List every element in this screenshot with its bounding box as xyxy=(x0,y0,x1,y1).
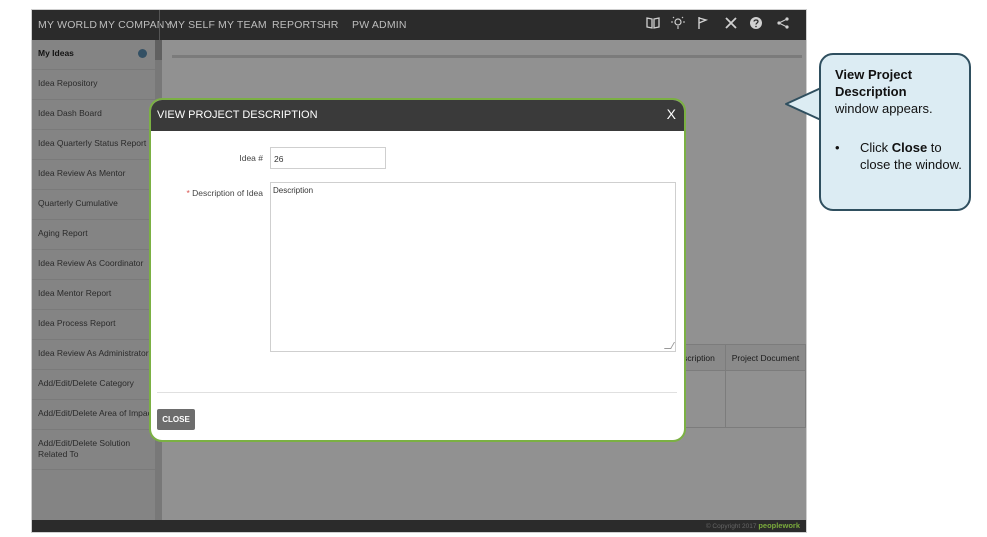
copyright-label: © Copyright 2017 xyxy=(705,523,757,530)
nav-item-my-self[interactable]: MY SELF xyxy=(169,10,215,40)
nav-item-hr[interactable]: HR xyxy=(323,10,339,40)
nav-divider xyxy=(159,10,160,40)
description-label: * Description of Idea xyxy=(161,188,263,198)
help-icon[interactable] xyxy=(747,16,765,34)
required-marker: * xyxy=(186,188,190,198)
share-icon[interactable] xyxy=(774,16,792,34)
description-label-text: Description of Idea xyxy=(192,188,263,198)
nav-item-my-team[interactable]: MY TEAM xyxy=(218,10,267,40)
copyright-text: © Copyright 2017 peoplework xyxy=(706,520,800,532)
close-icon[interactable]: X xyxy=(667,100,676,131)
top-navigation-bar: MY WORLD MY COMPANY MY SELF MY TEAM REPO… xyxy=(32,10,806,40)
close-button[interactable]: CLOSE xyxy=(157,409,195,430)
resize-handle-icon[interactable] xyxy=(663,342,676,349)
flag-icon[interactable] xyxy=(693,16,711,34)
tools-icon[interactable] xyxy=(722,16,740,34)
instruction-callout: View Project Description window appears.… xyxy=(819,53,971,211)
app-window: MY WORLD MY COMPANY MY SELF MY TEAM REPO… xyxy=(31,9,807,533)
step-prefix: Click xyxy=(860,140,892,155)
callout-step: Click Close to close the window. xyxy=(860,139,970,173)
nav-item-my-company[interactable]: MY COMPANY xyxy=(99,10,172,40)
modal-header: VIEW PROJECT DESCRIPTION X xyxy=(151,100,684,131)
idea-number-field[interactable]: 26 xyxy=(270,147,386,169)
modal-title: VIEW PROJECT DESCRIPTION xyxy=(157,109,318,121)
callout-title: View Project Description xyxy=(835,67,913,99)
book-icon[interactable] xyxy=(644,16,662,34)
modal-divider xyxy=(157,392,677,393)
footer: © Copyright 2017 peoplework xyxy=(32,520,806,532)
brand-logo: peoplework xyxy=(758,521,800,530)
nav-item-my-world[interactable]: MY WORLD xyxy=(38,10,97,40)
idea-number-label: Idea # xyxy=(239,153,263,163)
description-text: Description xyxy=(273,186,314,195)
callout-subtitle: window appears. xyxy=(835,101,933,116)
callout-pointer xyxy=(785,87,822,121)
nav-item-pw-admin[interactable]: PW ADMIN xyxy=(352,10,407,40)
view-project-description-modal: VIEW PROJECT DESCRIPTION X Idea # 26 * D… xyxy=(149,98,686,442)
nav-item-reports[interactable]: REPORTS xyxy=(272,10,324,40)
bullet-icon: • xyxy=(835,140,840,155)
description-textarea[interactable]: Description xyxy=(270,182,676,352)
step-keyword: Close xyxy=(891,140,928,155)
lightbulb-icon[interactable] xyxy=(669,16,687,34)
